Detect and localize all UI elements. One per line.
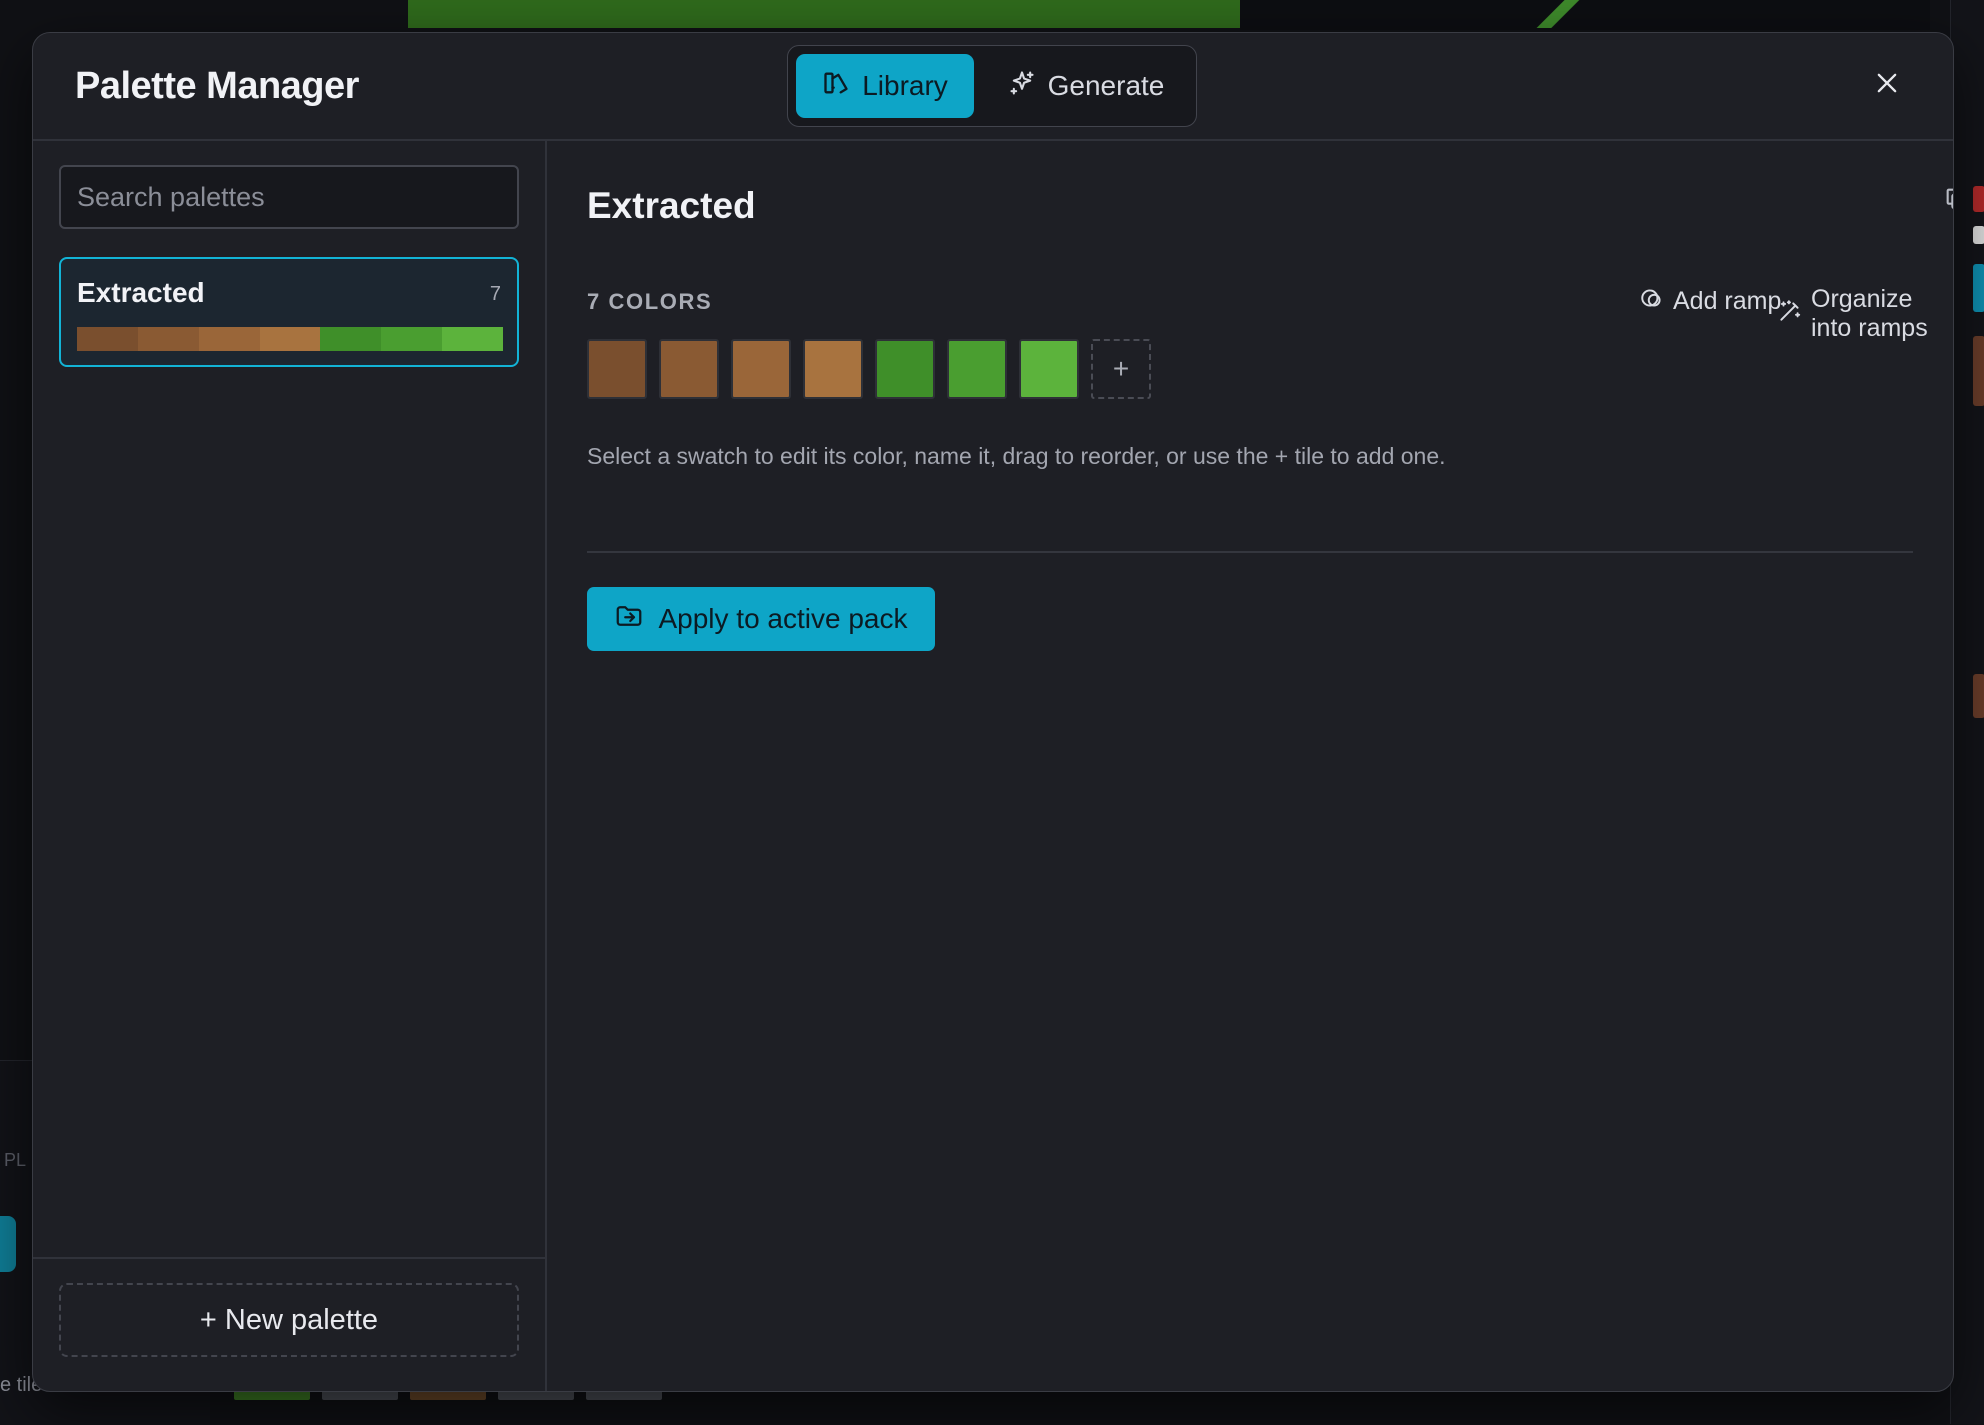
close-icon <box>1873 69 1901 102</box>
palette-strip-color <box>442 327 504 351</box>
palette-card-count: 7 <box>489 283 501 305</box>
new-palette-button[interactable]: + New palette <box>59 1283 519 1357</box>
right-panel-mark <box>1973 226 1984 244</box>
left-panel-label: PL <box>4 1150 27 1170</box>
canvas-leaf-shape <box>1520 0 1590 28</box>
duplicate-button[interactable] <box>1937 181 1953 221</box>
canvas-preview <box>408 0 1240 28</box>
apply-label: Apply to active pack <box>658 603 908 634</box>
color-swatch[interactable] <box>875 339 935 399</box>
ramp-icon <box>1639 285 1665 318</box>
palette-color-strip <box>77 327 504 351</box>
tab-library[interactable]: Library <box>796 54 974 118</box>
color-swatch[interactable] <box>803 339 863 399</box>
right-panel-mark <box>1973 264 1984 312</box>
right-panel-mark <box>1973 336 1984 406</box>
magic-wand-icon <box>1777 298 1803 331</box>
palette-strip-color <box>198 327 260 351</box>
right-panel <box>1950 0 1984 1424</box>
palette-strip-color <box>259 327 321 351</box>
color-swatch[interactable] <box>587 339 647 399</box>
left-panel-button[interactable] <box>0 1216 16 1272</box>
color-swatch[interactable] <box>947 339 1007 399</box>
copy-icon <box>1943 185 1953 218</box>
palette-strip-color <box>137 327 199 351</box>
palette-strip-color <box>381 327 443 351</box>
palette-detail: Extracted 7 COLORS Add ramp Organize int… <box>547 139 1953 1391</box>
colors-count-label: 7 COLORS <box>587 289 713 314</box>
palette-sidebar: Extracted 7 + New palette <box>33 139 547 1391</box>
organize-ramps-button[interactable]: Organize into ramps <box>1777 285 1953 343</box>
folder-import-icon <box>614 601 644 638</box>
tab-generate[interactable]: Generate <box>984 54 1188 118</box>
modal-title: Palette Manager <box>75 65 359 107</box>
swatch-hint: Select a swatch to edit its color, name … <box>587 443 1446 469</box>
tab-library-label: Library <box>862 70 948 101</box>
color-swatch[interactable] <box>659 339 719 399</box>
add-swatch-tile[interactable]: + <box>1091 339 1151 399</box>
add-ramp-button[interactable]: Add ramp <box>1639 285 1781 318</box>
add-ramp-label: Add ramp <box>1673 287 1782 315</box>
right-panel-mark <box>1973 674 1984 718</box>
apply-to-pack-button[interactable]: Apply to active pack <box>587 587 935 651</box>
palette-strip-color <box>77 327 138 351</box>
sidebar-footer: + New palette <box>33 1257 545 1391</box>
palette-title: Extracted <box>587 185 756 226</box>
search-input[interactable] <box>59 165 519 229</box>
sparkles-icon <box>1008 69 1036 104</box>
library-icon <box>822 69 850 104</box>
palette-manager-modal: Palette Manager Library Generate Search … <box>32 32 1954 1392</box>
color-swatch[interactable] <box>731 339 791 399</box>
palette-card-name: Extracted <box>77 277 205 308</box>
divider <box>587 551 1913 553</box>
organize-ramps-label: Organize into ramps <box>1811 285 1928 342</box>
right-panel-mark <box>1973 186 1984 212</box>
swatch-row: + <box>587 339 1151 399</box>
palette-card-extracted[interactable]: Extracted 7 <box>59 257 519 367</box>
tab-generate-label: Generate <box>1047 70 1165 101</box>
close-button[interactable] <box>1867 65 1907 105</box>
color-swatch[interactable] <box>1019 339 1079 399</box>
palette-strip-color <box>320 327 382 351</box>
view-switcher: Library Generate <box>787 45 1197 127</box>
modal-header: Palette Manager Library Generate <box>33 33 1953 141</box>
